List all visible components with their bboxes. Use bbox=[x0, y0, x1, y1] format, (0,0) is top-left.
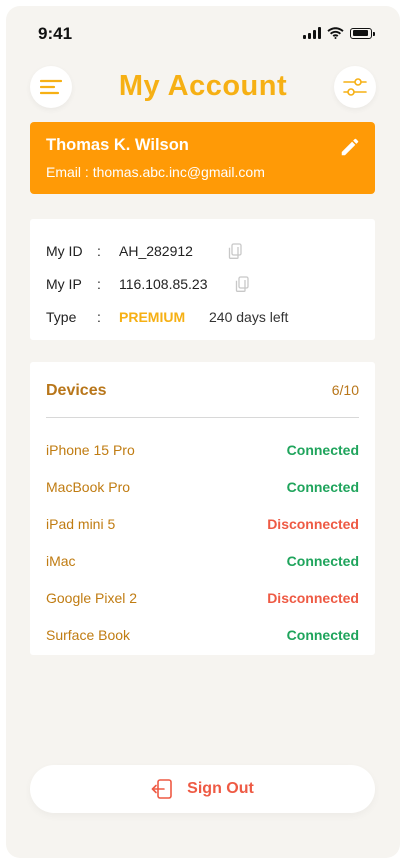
device-name: iPad mini 5 bbox=[46, 516, 116, 532]
profile-name: Thomas K. Wilson bbox=[46, 136, 189, 154]
device-status: Disconnected bbox=[267, 590, 359, 606]
my-ip-label: My IP bbox=[46, 276, 82, 292]
device-status: Connected bbox=[286, 479, 359, 495]
devices-card: Devices 6/10 iPhone 15 Pro Connected Mac… bbox=[30, 362, 375, 655]
device-name: iPhone 15 Pro bbox=[46, 442, 135, 458]
device-row[interactable]: iPhone 15 Pro Connected bbox=[46, 440, 359, 460]
separator: : bbox=[97, 243, 101, 259]
device-row[interactable]: iMac Connected bbox=[46, 551, 359, 571]
device-status: Connected bbox=[286, 553, 359, 569]
sign-out-button[interactable]: Sign Out bbox=[30, 765, 375, 813]
status-time: 9:41 bbox=[38, 24, 73, 43]
my-id-label: My ID bbox=[46, 243, 83, 259]
separator: : bbox=[97, 309, 101, 325]
device-name: Surface Book bbox=[46, 627, 131, 643]
device-row[interactable]: Surface Book Connected bbox=[46, 625, 359, 645]
devices-title: Devices bbox=[46, 382, 107, 399]
copy-id-icon[interactable] bbox=[228, 243, 242, 259]
battery-icon bbox=[350, 27, 375, 39]
sign-out-label: Sign Out bbox=[187, 780, 254, 797]
device-row[interactable]: Google Pixel 2 Disconnected bbox=[46, 588, 359, 608]
device-status: Connected bbox=[286, 442, 359, 458]
device-row[interactable]: MacBook Pro Connected bbox=[46, 477, 359, 497]
profile-card: Thomas K. Wilson Email : thomas.abc.inc@… bbox=[30, 122, 375, 194]
device-status: Connected bbox=[286, 627, 359, 643]
account-type-badge: PREMIUM bbox=[119, 309, 186, 325]
account-info-card: My ID : AH_282912 My IP : 116.108.85.23 … bbox=[30, 219, 375, 340]
type-label: Type bbox=[46, 309, 77, 325]
separator: : bbox=[97, 276, 101, 292]
device-name: Google Pixel 2 bbox=[46, 590, 138, 606]
my-id-value: AH_282912 bbox=[119, 243, 193, 259]
my-ip-value: 116.108.85.23 bbox=[119, 276, 208, 292]
device-name: MacBook Pro bbox=[46, 479, 131, 495]
device-row[interactable]: iPad mini 5 Disconnected bbox=[46, 514, 359, 534]
account-type-row: Type : PREMIUM 240 days left bbox=[46, 307, 356, 327]
divider bbox=[46, 417, 359, 418]
sign-out-icon bbox=[151, 779, 172, 799]
days-left: 240 days left bbox=[209, 309, 289, 325]
filter-button[interactable] bbox=[334, 66, 376, 108]
filter-icon bbox=[343, 78, 367, 96]
email-label: Email : bbox=[46, 164, 89, 180]
device-status: Disconnected bbox=[267, 516, 359, 532]
copy-ip-icon[interactable] bbox=[235, 276, 249, 292]
edit-icon[interactable] bbox=[339, 136, 361, 158]
email-value: thomas.abc.inc@gmail.com bbox=[92, 164, 265, 180]
status-icons bbox=[303, 27, 375, 39]
device-name: iMac bbox=[46, 553, 76, 569]
phone-screen: 9:41 My Account Thomas K. Wilson Email:… bbox=[6, 6, 400, 858]
signal-icon bbox=[303, 27, 321, 39]
wifi-icon bbox=[327, 27, 344, 39]
devices-count: 6/10 bbox=[331, 382, 359, 398]
profile-email-line: Email : thomas.abc.inc@gmail.com bbox=[46, 164, 359, 180]
